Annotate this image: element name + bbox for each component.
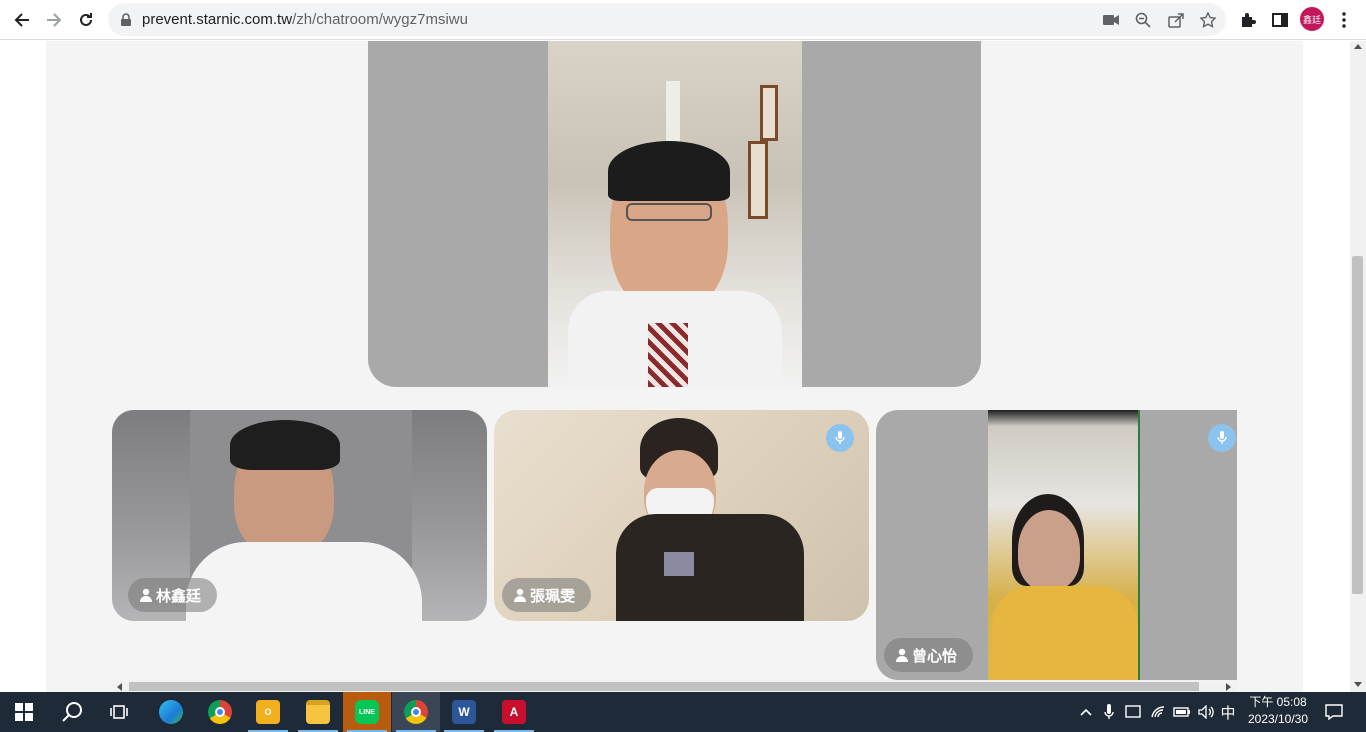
chrome-profile-icon: [404, 700, 428, 724]
notification-center-button[interactable]: [1320, 692, 1348, 732]
bookmark-star-icon[interactable]: [1197, 9, 1219, 31]
battery-icon[interactable]: [1172, 692, 1192, 732]
side-panel-icon: [1272, 13, 1288, 27]
word-app[interactable]: W: [440, 692, 488, 732]
participant-name: 林鑫廷: [156, 587, 202, 605]
video-stage: 林鑫廷 張珮雯 曾心怡: [46, 41, 1303, 692]
camera-icon[interactable]: [1100, 9, 1122, 31]
menu-button[interactable]: [1330, 6, 1358, 34]
clock-date: 2023/10/30: [1247, 712, 1309, 726]
system-clock[interactable]: 下午 05:08 2023/10/30: [1238, 694, 1318, 728]
reload-button[interactable]: [72, 6, 100, 34]
acrobat-icon: A: [502, 700, 526, 724]
clock-time: 下午 05:08: [1249, 695, 1307, 709]
kebab-menu-icon: [1342, 12, 1346, 28]
participant-name-badge: 林鑫廷: [128, 578, 218, 612]
participant-name: 曾心怡: [912, 647, 958, 665]
scroll-left-icon[interactable]: [117, 683, 122, 691]
file-explorer-app[interactable]: [294, 692, 342, 732]
horizontal-scrollbar[interactable]: [112, 681, 1237, 692]
scroll-down-icon[interactable]: [1354, 682, 1362, 687]
person-icon: [140, 588, 152, 602]
profile-avatar[interactable]: 鑫廷: [1300, 7, 1324, 31]
folder-icon: [306, 700, 330, 724]
participant-tile-2[interactable]: 張珮雯: [494, 410, 869, 621]
outlook-icon: O: [256, 700, 280, 724]
show-hidden-icons-button[interactable]: [1076, 692, 1096, 732]
participant-tile-3[interactable]: 曾心怡: [876, 410, 1237, 680]
browser-toolbar: prevent.starnic.com.tw/zh/chatroom/wygz7…: [0, 0, 1366, 40]
mic-icon: [1208, 424, 1236, 452]
vertical-scroll-thumb[interactable]: [1352, 256, 1363, 594]
chevron-up-icon: [1080, 708, 1092, 716]
participant-tile-1[interactable]: 林鑫廷: [112, 410, 487, 621]
chrome-profile-app[interactable]: [392, 692, 440, 732]
display-tray-icon[interactable]: [1124, 692, 1142, 732]
url-path: /zh/chatroom/wygz7msiwu: [292, 11, 468, 28]
chatroom-page: 林鑫廷 張珮雯 曾心怡: [0, 41, 1350, 692]
participant-name: 張珮雯: [530, 587, 576, 605]
vertical-scrollbar[interactable]: [1350, 41, 1366, 692]
person-icon: [514, 588, 526, 602]
share-icon[interactable]: [1165, 9, 1187, 31]
person-icon: [896, 648, 908, 662]
windows-logo-icon: [15, 703, 33, 721]
windows-taskbar: O LINE W A 中 下午 05:08 2023/10/30: [0, 692, 1366, 732]
word-icon: W: [452, 700, 476, 724]
outlook-app[interactable]: O: [244, 692, 292, 732]
main-video-tile[interactable]: [368, 41, 981, 387]
wifi-icon[interactable]: [1148, 692, 1168, 732]
edge-icon: [159, 700, 183, 724]
scroll-right-icon[interactable]: [1226, 683, 1231, 691]
chrome-app[interactable]: [196, 692, 244, 732]
extensions-button[interactable]: [1234, 6, 1262, 34]
input-method-indicator[interactable]: 中: [1218, 692, 1238, 732]
lock-icon[interactable]: [120, 13, 132, 27]
mic-icon: [826, 424, 854, 452]
forward-button[interactable]: [40, 6, 68, 34]
url-host: prevent.starnic.com.tw: [142, 11, 293, 28]
task-view-icon: [110, 705, 128, 719]
participant-name-badge: 張珮雯: [502, 578, 592, 612]
side-panel-button[interactable]: [1266, 6, 1294, 34]
back-button[interactable]: [8, 6, 36, 34]
participant-video-feed: [988, 410, 1140, 680]
back-arrow-icon: [14, 13, 29, 27]
participant-name-badge: 曾心怡: [884, 638, 974, 672]
search-button[interactable]: [48, 692, 96, 732]
line-icon: LINE: [355, 700, 379, 724]
acrobat-app[interactable]: A: [490, 692, 538, 732]
url-text[interactable]: prevent.starnic.com.tw/zh/chatroom/wygz7…: [142, 11, 468, 28]
microphone-tray-icon[interactable]: [1100, 692, 1118, 732]
line-app[interactable]: LINE: [343, 692, 391, 732]
edge-app[interactable]: [147, 692, 195, 732]
scroll-up-icon[interactable]: [1354, 44, 1362, 49]
address-bar[interactable]: prevent.starnic.com.tw/zh/chatroom/wygz7…: [108, 3, 1226, 36]
notification-icon: [1325, 704, 1343, 720]
volume-icon[interactable]: [1196, 692, 1216, 732]
main-video-feed: [548, 41, 802, 387]
start-button[interactable]: [0, 692, 48, 732]
zoom-icon[interactable]: [1132, 9, 1154, 31]
puzzle-icon: [1242, 13, 1256, 27]
task-view-button[interactable]: [96, 692, 144, 732]
reload-icon: [80, 13, 92, 26]
horizontal-scroll-thumb[interactable]: [129, 682, 1199, 691]
forward-arrow-icon: [47, 13, 62, 27]
search-icon: [62, 702, 82, 722]
chrome-icon: [208, 700, 232, 724]
